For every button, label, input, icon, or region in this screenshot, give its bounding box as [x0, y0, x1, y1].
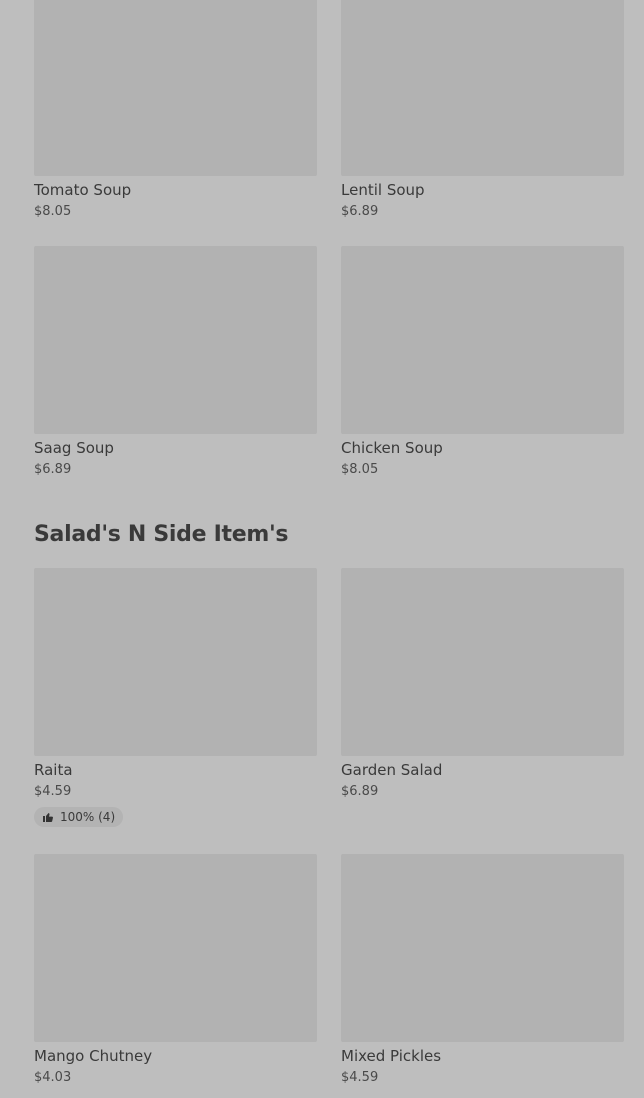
menu-item-card[interactable]: Lentil Soup $6.89 [341, 0, 624, 221]
menu-item-image[interactable] [34, 854, 317, 1042]
menu-item-image[interactable] [341, 0, 624, 176]
menu-item-name: Saag Soup [34, 439, 114, 457]
menu-item-card[interactable]: Tomato Soup $8.05 [34, 0, 317, 221]
menu-item-price: $4.03 [34, 1070, 72, 1085]
menu-item-price: $8.05 [34, 204, 72, 219]
menu-item-card[interactable]: Raita $4.59 100% (4) [34, 568, 317, 827]
menu-item-image[interactable] [341, 568, 624, 756]
menu-item-price: $4.59 [341, 1070, 379, 1085]
menu-item-price: $6.89 [34, 462, 72, 477]
menu-item-name: Mixed Pickles [341, 1047, 442, 1065]
menu-item-card[interactable]: Mixed Pickles $4.59 [341, 854, 624, 1087]
rating-badge: 100% (4) [34, 807, 124, 827]
menu-item-image[interactable] [34, 568, 317, 756]
section-title: Salad's N Side Item's [34, 522, 289, 547]
menu-item-card[interactable]: Garden Salad $6.89 [341, 568, 624, 801]
menu-item-name: Mango Chutney [34, 1047, 153, 1065]
menu-item-name: Raita [34, 761, 73, 779]
menu-item-card[interactable]: Mango Chutney $4.03 [34, 854, 317, 1087]
menu-item-name: Tomato Soup [34, 181, 132, 199]
menu-item-name: Lentil Soup [341, 181, 425, 199]
menu-item-image[interactable] [34, 246, 317, 434]
menu-item-price: $4.59 [34, 784, 72, 799]
menu-item-price: $8.05 [341, 462, 379, 477]
menu-item-name: Chicken Soup [341, 439, 443, 457]
rating-text: 100% (4) [60, 810, 116, 824]
menu-item-card[interactable]: Chicken Soup $8.05 [341, 246, 624, 479]
menu-item-name: Garden Salad [341, 761, 443, 779]
menu-item-price: $6.89 [341, 204, 379, 219]
menu-item-image[interactable] [341, 246, 624, 434]
menu-item-image[interactable] [341, 854, 624, 1042]
menu-item-price: $6.89 [341, 784, 379, 799]
menu-item-image[interactable] [34, 0, 317, 176]
thumbs-up-icon [42, 811, 54, 823]
menu-item-card[interactable]: Saag Soup $6.89 [34, 246, 317, 479]
